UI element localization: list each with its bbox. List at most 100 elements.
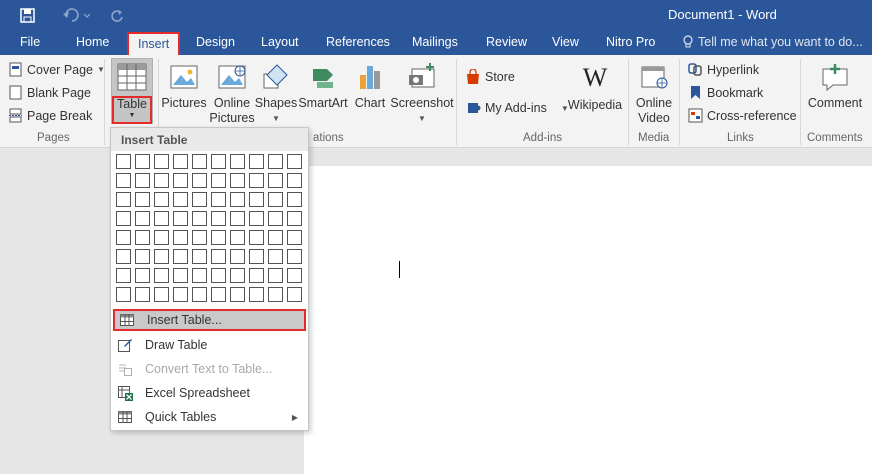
tab-view[interactable]: View xyxy=(552,35,579,49)
table-grid-cell[interactable] xyxy=(249,268,264,283)
hyperlink-button[interactable]: Hyperlink xyxy=(688,62,759,77)
table-grid-cell[interactable] xyxy=(211,192,226,207)
table-grid-cell[interactable] xyxy=(135,230,150,245)
table-grid-cell[interactable] xyxy=(268,192,283,207)
wikipedia-button[interactable]: W Wikipedia xyxy=(568,63,622,113)
table-grid-cell[interactable] xyxy=(192,249,207,264)
table-grid-cell[interactable] xyxy=(211,173,226,188)
table-grid-cell[interactable] xyxy=(249,154,264,169)
table-grid-cell[interactable] xyxy=(268,211,283,226)
table-grid-cell[interactable] xyxy=(135,268,150,283)
table-grid-cell[interactable] xyxy=(268,249,283,264)
online-video-button[interactable]: Online Video xyxy=(633,61,675,126)
tab-file[interactable]: File xyxy=(20,35,40,49)
table-grid-cell[interactable] xyxy=(287,287,302,302)
excel-spreadsheet-menu-item[interactable]: Excel Spreadsheet xyxy=(113,382,306,404)
table-grid-cell[interactable] xyxy=(135,211,150,226)
table-grid-cell[interactable] xyxy=(192,192,207,207)
store-button[interactable]: Store xyxy=(465,69,515,85)
table-grid-cell[interactable] xyxy=(249,249,264,264)
convert-text-menu-item[interactable]: Convert Text to Table... xyxy=(113,358,306,380)
table-grid-cell[interactable] xyxy=(192,211,207,226)
table-grid-cell[interactable] xyxy=(173,230,188,245)
table-grid-cell[interactable] xyxy=(192,173,207,188)
table-grid-cell[interactable] xyxy=(230,249,245,264)
tab-mailings[interactable]: Mailings xyxy=(412,35,458,49)
table-grid-cell[interactable] xyxy=(116,192,131,207)
table-grid-cell[interactable] xyxy=(173,211,188,226)
table-grid-cell[interactable] xyxy=(116,211,131,226)
table-grid-cell[interactable] xyxy=(192,230,207,245)
table-grid-cell[interactable] xyxy=(211,249,226,264)
table-grid-cell[interactable] xyxy=(287,211,302,226)
draw-table-menu-item[interactable]: Draw Table xyxy=(113,334,306,356)
table-grid-cell[interactable] xyxy=(173,173,188,188)
table-grid-cell[interactable] xyxy=(116,268,131,283)
table-grid-cell[interactable] xyxy=(211,230,226,245)
table-grid-cell[interactable] xyxy=(154,154,169,169)
my-addins-button[interactable]: My Add-ins ▼ xyxy=(465,100,569,116)
table-grid-cell[interactable] xyxy=(135,287,150,302)
table-grid-cell[interactable] xyxy=(154,249,169,264)
table-grid-cell[interactable] xyxy=(287,173,302,188)
table-grid-cell[interactable] xyxy=(230,192,245,207)
table-grid-cell[interactable] xyxy=(287,230,302,245)
table-button-label-box[interactable]: Table ▼ xyxy=(112,96,152,124)
table-grid-cell[interactable] xyxy=(287,268,302,283)
cross-reference-button[interactable]: Cross-reference xyxy=(688,108,797,123)
table-grid-cell[interactable] xyxy=(211,211,226,226)
table-grid-cell[interactable] xyxy=(249,230,264,245)
table-grid-cell[interactable] xyxy=(268,154,283,169)
table-grid-cell[interactable] xyxy=(154,192,169,207)
table-grid-cell[interactable] xyxy=(192,268,207,283)
table-grid-cell[interactable] xyxy=(135,249,150,264)
tell-me-search[interactable]: Tell me what you want to do... xyxy=(682,35,863,49)
comment-button[interactable]: Comment xyxy=(806,61,864,111)
table-grid-cell[interactable] xyxy=(116,249,131,264)
table-grid-cell[interactable] xyxy=(249,287,264,302)
table-grid-cell[interactable] xyxy=(154,287,169,302)
table-grid-cell[interactable] xyxy=(116,287,131,302)
table-grid-cell[interactable] xyxy=(230,173,245,188)
table-grid-cell[interactable] xyxy=(173,287,188,302)
tab-home[interactable]: Home xyxy=(76,35,109,49)
table-grid-cell[interactable] xyxy=(173,154,188,169)
table-grid-cell[interactable] xyxy=(192,154,207,169)
table-grid-cell[interactable] xyxy=(154,211,169,226)
table-grid-cell[interactable] xyxy=(287,249,302,264)
table-grid-cell[interactable] xyxy=(116,154,131,169)
table-grid-cell[interactable] xyxy=(249,192,264,207)
table-grid-cell[interactable] xyxy=(173,249,188,264)
tab-references[interactable]: References xyxy=(326,35,390,49)
table-grid-cell[interactable] xyxy=(230,154,245,169)
undo-icon[interactable] xyxy=(60,5,94,25)
page-break-button[interactable]: Page Break xyxy=(9,108,92,123)
online-pictures-button[interactable]: Online Pictures xyxy=(209,61,255,126)
cover-page-button[interactable]: Cover Page ▼ xyxy=(9,62,105,77)
table-grid-cell[interactable] xyxy=(249,173,264,188)
table-grid-cell[interactable] xyxy=(135,154,150,169)
screenshot-button[interactable]: Screenshot ▼ xyxy=(390,61,454,126)
table-grid-cell[interactable] xyxy=(173,268,188,283)
table-grid-cell[interactable] xyxy=(249,211,264,226)
table-grid-cell[interactable] xyxy=(211,154,226,169)
shapes-button[interactable]: Shapes ▼ xyxy=(255,61,297,126)
table-grid-cell[interactable] xyxy=(211,268,226,283)
pictures-button[interactable]: Pictures xyxy=(161,61,207,111)
table-grid-cell[interactable] xyxy=(154,230,169,245)
smartart-button[interactable]: SmartArt xyxy=(298,61,348,111)
table-grid-cell[interactable] xyxy=(268,268,283,283)
tab-insert[interactable]: Insert xyxy=(127,32,181,56)
bookmark-button[interactable]: Bookmark xyxy=(688,85,763,100)
tab-design[interactable]: Design xyxy=(196,35,235,49)
table-grid-cell[interactable] xyxy=(268,173,283,188)
chart-button[interactable]: Chart xyxy=(352,61,388,111)
table-grid-cell[interactable] xyxy=(116,173,131,188)
save-icon[interactable] xyxy=(16,5,38,25)
table-grid-cell[interactable] xyxy=(230,268,245,283)
table-grid-cell[interactable] xyxy=(230,230,245,245)
table-grid-cell[interactable] xyxy=(287,192,302,207)
table-grid-cell[interactable] xyxy=(211,287,226,302)
table-grid-cell[interactable] xyxy=(287,154,302,169)
quick-tables-menu-item[interactable]: Quick Tables ▶ xyxy=(113,406,306,428)
